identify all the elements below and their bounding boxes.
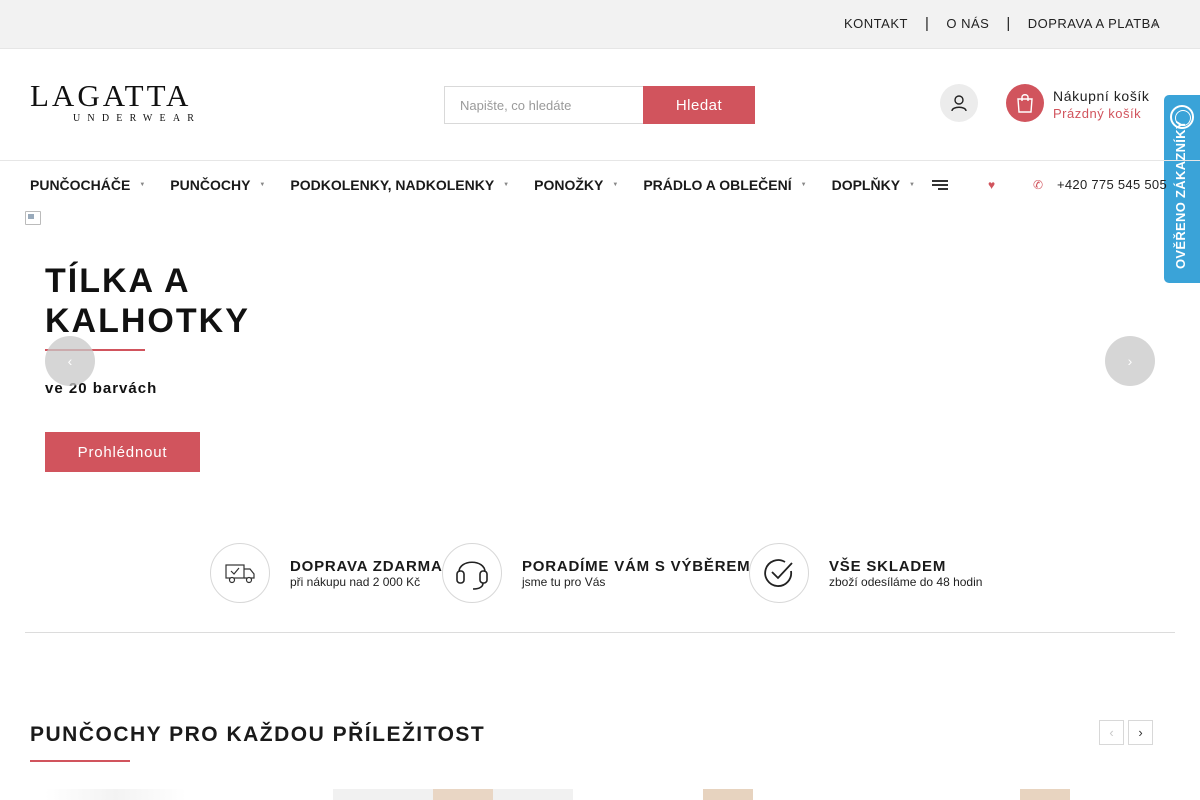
nav-item-label: PRÁDLO A OBLEČENÍ [643,177,792,193]
nav-item-podkolenky[interactable]: PODKOLENKY, NADKOLENKY ▼ [290,177,509,193]
product-thumbnail[interactable] [915,789,1160,800]
nav-item-puncochace[interactable]: PUNČOCHÁČE ▼ [30,177,145,193]
headset-icon [456,561,488,590]
top-link-separator: | [924,15,930,32]
section-underline [30,760,130,762]
feature-icon-circle [210,543,270,603]
chevron-left-icon: ‹ [1109,725,1114,740]
feature-subtitle: zboží odesíláme do 48 hodin [829,575,983,589]
nav-item-label: DOPLŇKY [831,177,901,193]
search-form: Hledat [444,86,755,124]
account-button[interactable] [940,84,978,122]
feature-icon-circle [442,543,502,603]
menu-icon[interactable] [932,180,948,191]
slider-prev-button[interactable]: ‹ [45,336,95,386]
nav-item-doplnky[interactable]: DOPLŇKY ▼ [832,177,915,193]
top-links: KONTAKT | O NÁS | DOPRAVA A PLATBA [844,0,1160,47]
shopping-bag-icon [1017,94,1033,113]
feature-title: PORADÍME VÁM S VÝBĚREM [522,558,751,575]
logo[interactable]: LAGATTA UNDERWEAR [30,78,262,126]
chevron-left-icon: ‹ [67,353,73,369]
feature-title: DOPRAVA ZDARMA [290,558,443,575]
chevron-right-icon: › [1138,725,1143,740]
top-link-o-nas[interactable]: O NÁS [946,16,989,31]
nav-item-label: PONOŽKY [534,177,604,193]
nav-item-puncochy[interactable]: PUNČOCHY ▼ [170,177,265,193]
chevron-down-icon: ▼ [139,182,146,188]
trust-badge-text: OVĚŘENO ZÁKAZNÍKY [1173,120,1188,269]
cart-button[interactable] [1006,84,1044,122]
search-button[interactable]: Hledat [643,86,755,124]
language-dropdown-icon[interactable]: ▼ [1151,22,1158,29]
nav-phone-number[interactable]: +420 775 545 505 [1057,177,1167,192]
nav-item-label: PUNČOCHY [170,177,251,193]
search-input[interactable] [444,86,643,124]
user-icon [951,95,967,112]
feature-subtitle: při nákupu nad 2 000 Kč [290,575,421,589]
slider-next-button[interactable]: › [1105,336,1155,386]
main-nav: PUNČOCHÁČE ▼ PUNČOCHY ▼ PODKOLENKY, NADKOL… [30,160,940,210]
nav-item-ponozky[interactable]: PONOŽKY ▼ [534,177,618,193]
logo-word: LAGATTA [30,78,192,113]
feature-subtitle: jsme tu pro Vás [522,575,606,589]
hero-cta-button[interactable]: Prohlédnout [45,432,200,472]
feature-icon-circle [749,543,809,603]
product-thumbnail[interactable] [628,789,868,800]
hero-title: TÍLKA A KALHOTKY [45,262,250,340]
product-thumbnail[interactable] [333,789,573,800]
logo-subtitle: UNDERWEAR [73,113,202,124]
cart-title: Nákupní košík [1053,88,1150,104]
cart-status: Prázdný košík [1053,106,1142,121]
trust-badge[interactable]: OVĚŘENO ZÁKAZNÍKY [1164,95,1200,283]
chevron-down-icon: ▼ [503,182,510,188]
chevron-down-icon: ▼ [612,182,619,188]
nav-item-pradlo[interactable]: PRÁDLO A OBLEČENÍ ▼ [643,177,806,193]
top-utility-bar: KONTAKT | O NÁS | DOPRAVA A PLATBA ▼ [0,0,1200,49]
broken-image-icon [25,211,41,225]
chevron-right-icon: › [1127,353,1133,369]
nav-item-label: PUNČOCHÁČE [30,177,131,193]
chevron-down-icon: ▼ [259,182,266,188]
product-thumbnail[interactable] [45,789,280,800]
carousel-next-button[interactable]: › [1128,720,1153,745]
carousel-prev-button[interactable]: ‹ [1099,720,1124,745]
section-divider [25,632,1175,633]
section-title: PUNČOCHY PRO KAŽDOU PŘÍLEŽITOST [30,723,486,746]
heart-icon[interactable]: ♥ [988,178,995,192]
checkmark-circle-icon [764,559,793,587]
top-link-separator: | [1006,15,1011,32]
top-link-doprava-a-platba[interactable]: DOPRAVA A PLATBA [1028,16,1160,31]
truck-icon [225,564,255,584]
nav-item-label: PODKOLENKY, NADKOLENKY [290,177,495,193]
phone-icon: ✆ [1033,178,1044,192]
cart-summary[interactable]: Nákupní košík Prázdný košík [1053,88,1150,121]
chevron-down-icon: ▼ [909,182,915,188]
chevron-down-icon: ▼ [800,182,807,188]
feature-title: VŠE SKLADEM [829,558,947,575]
top-link-kontakt[interactable]: KONTAKT [844,16,908,31]
